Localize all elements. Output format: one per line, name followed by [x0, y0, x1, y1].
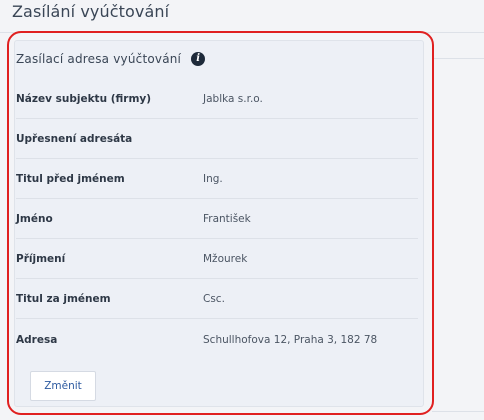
- page-title: Zasílání vyúčtování: [12, 2, 170, 21]
- divider: [432, 411, 484, 412]
- field-label: Název subjektu (firmy): [16, 93, 152, 105]
- field-label: Upřesnení adresáta: [16, 133, 133, 145]
- row-divider: [16, 318, 418, 319]
- divider: [432, 58, 484, 59]
- field-label: Titul před jménem: [16, 173, 125, 185]
- field-label: Adresa: [16, 334, 58, 346]
- field-value: Jablka s.r.o.: [203, 93, 263, 105]
- field-value: František: [203, 213, 251, 225]
- info-icon[interactable]: i: [191, 52, 206, 66]
- field-row-last-name: Příjmení Mžourek: [16, 239, 418, 279]
- change-button[interactable]: Změnit: [30, 371, 96, 401]
- field-label: Příjmení: [16, 253, 66, 265]
- field-row-address: Adresa Schullhofova 12, Praha 3, 182 78: [16, 320, 418, 360]
- field-label: Titul za jménem: [16, 293, 111, 305]
- field-value: Schullhofova 12, Praha 3, 182 78: [203, 334, 378, 346]
- field-row-addressee: Upřesnení adresáta: [16, 119, 418, 159]
- field-value: Ing.: [203, 173, 223, 185]
- field-value: Csc.: [203, 293, 225, 305]
- section-header: Zasílací adresa vyúčtování i: [16, 50, 206, 68]
- field-label: Jméno: [16, 213, 53, 225]
- field-value: Mžourek: [203, 253, 248, 265]
- field-row-title-before: Titul před jménem Ing.: [16, 159, 418, 199]
- section-title: Zasílací adresa vyúčtování: [16, 52, 182, 66]
- field-row-first-name: Jméno František: [16, 199, 418, 239]
- field-row-title-after: Titul za jménem Csc.: [16, 279, 418, 319]
- field-row-company: Název subjektu (firmy) Jablka s.r.o.: [16, 79, 418, 119]
